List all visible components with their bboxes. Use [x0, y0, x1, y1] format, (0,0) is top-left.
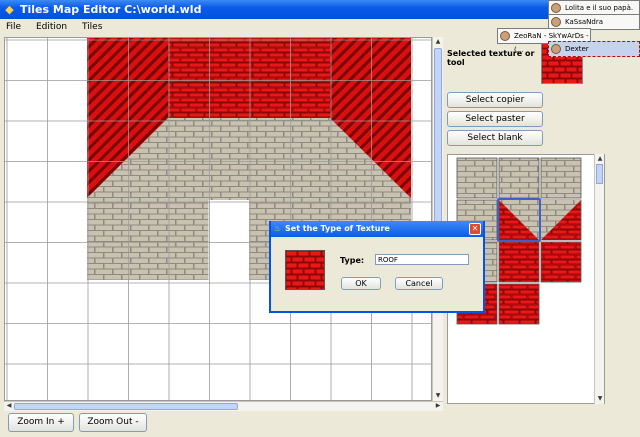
- avatar-icon: [551, 17, 561, 27]
- menu-edition[interactable]: Edition: [30, 19, 73, 36]
- app-icon: ◆: [5, 3, 14, 16]
- scroll-up-icon[interactable]: ▲: [433, 37, 443, 47]
- close-icon[interactable]: ✕: [469, 223, 481, 235]
- avatar-icon: [500, 31, 510, 41]
- palette-tile: [540, 241, 582, 283]
- map-horizontal-scrollbar[interactable]: ◀ ▶: [4, 401, 443, 411]
- texture-type-dialog[interactable]: ♨ Set the Type of Texture ✕ Type: OK Can…: [269, 221, 485, 313]
- palette-tile: [498, 241, 540, 283]
- map-grid: [5, 38, 431, 400]
- java-icon: ♨: [274, 224, 282, 233]
- select-paster-button[interactable]: Select paster: [447, 111, 543, 127]
- type-label: Type:: [340, 256, 365, 265]
- map-vertical-scrollbar[interactable]: ▲ ▼: [432, 37, 443, 401]
- palette-tile: [540, 157, 582, 199]
- roof-tile-preview: [273, 250, 340, 293]
- scroll-left-icon[interactable]: ◀: [4, 401, 14, 411]
- selected-texture-label: Selected texture or tool: [447, 49, 535, 67]
- zoom-in-button[interactable]: Zoom In +: [8, 413, 74, 432]
- scroll-right-icon[interactable]: ▶: [433, 401, 443, 411]
- ok-button[interactable]: OK: [341, 277, 381, 290]
- dialog-title: Set the Type of Texture: [285, 224, 390, 233]
- dialog-texture-preview: [273, 250, 340, 293]
- palette-tile: [498, 199, 540, 241]
- palette-tile: [540, 199, 582, 241]
- window-titlebar[interactable]: ◆ Tiles Map Editor C:\world.wld: [0, 0, 640, 19]
- map-canvas[interactable]: [4, 37, 432, 401]
- notification-item-selected[interactable]: Dexter: [548, 41, 640, 57]
- dialog-titlebar[interactable]: ♨ Set the Type of Texture ✕: [271, 221, 483, 237]
- scroll-thumb[interactable]: [434, 48, 442, 244]
- menu-file[interactable]: File: [0, 19, 27, 36]
- window-title: Tiles Map Editor C:\world.wld: [20, 3, 202, 16]
- menu-tiles[interactable]: Tiles: [76, 19, 108, 36]
- avatar-icon: [551, 3, 561, 13]
- palette-tile: [498, 157, 540, 199]
- palette-tile: [498, 283, 540, 325]
- select-blank-button[interactable]: Select blank: [447, 130, 543, 146]
- scroll-down-icon[interactable]: ▼: [595, 394, 605, 404]
- type-input[interactable]: [375, 254, 469, 265]
- palette-tile: [456, 157, 498, 199]
- scroll-down-icon[interactable]: ▼: [433, 391, 443, 401]
- cancel-button[interactable]: Cancel: [395, 277, 443, 290]
- scroll-up-icon[interactable]: ▲: [595, 154, 605, 164]
- palette-scrollbar[interactable]: ▲ ▼: [594, 154, 604, 404]
- scroll-thumb[interactable]: [14, 403, 238, 410]
- avatar-icon: [551, 44, 561, 54]
- scroll-thumb[interactable]: [596, 164, 603, 184]
- select-copier-button[interactable]: Select copier: [447, 92, 543, 108]
- zoom-out-button[interactable]: Zoom Out -: [79, 413, 147, 432]
